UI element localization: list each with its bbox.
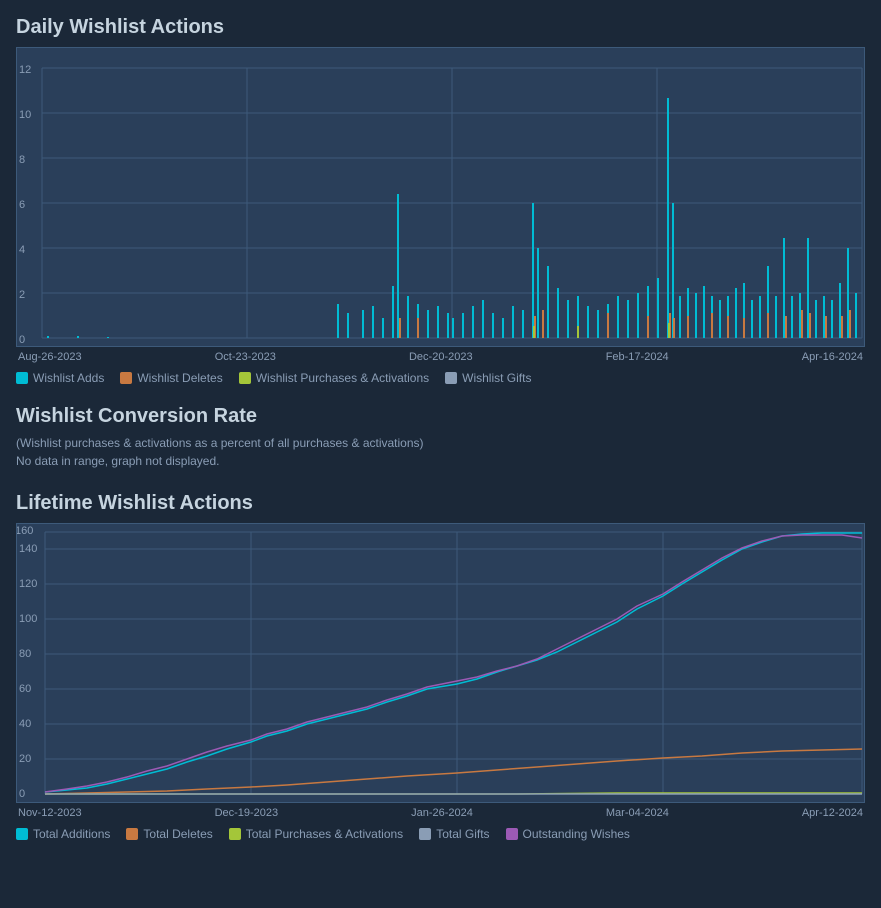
legend-item-total-adds: Total Additions — [16, 827, 110, 841]
legend-item-total-deletes: Total Deletes — [126, 827, 212, 841]
svg-text:2: 2 — [19, 289, 25, 301]
legend-label-adds: Wishlist Adds — [33, 371, 104, 385]
legend-label-total-deletes: Total Deletes — [143, 827, 212, 841]
legend-item-total-gifts: Total Gifts — [419, 827, 489, 841]
svg-text:12: 12 — [19, 64, 31, 76]
daily-chart-title: Daily Wishlist Actions — [16, 16, 865, 39]
legend-color-outstanding — [506, 828, 518, 840]
svg-text:120: 120 — [19, 578, 37, 590]
svg-text:0: 0 — [19, 788, 25, 800]
legend-item-total-purchases: Total Purchases & Activations — [229, 827, 403, 841]
x-label-4: Feb-17-2024 — [606, 351, 669, 363]
x-label-l5: Apr-12-2024 — [802, 807, 863, 819]
x-label-l4: Mar-04-2024 — [606, 807, 669, 819]
svg-text:60: 60 — [19, 683, 31, 695]
legend-label-total-purchases: Total Purchases & Activations — [246, 827, 403, 841]
legend-item-gifts: Wishlist Gifts — [445, 371, 531, 385]
legend-color-total-adds — [16, 828, 28, 840]
svg-text:0: 0 — [19, 334, 25, 346]
legend-color-total-gifts — [419, 828, 431, 840]
x-label-5: Apr-16-2024 — [802, 351, 863, 363]
svg-text:40: 40 — [19, 718, 31, 730]
legend-color-total-deletes — [126, 828, 138, 840]
legend-label-outstanding: Outstanding Wishes — [523, 827, 630, 841]
x-label-l1: Nov-12-2023 — [18, 807, 82, 819]
daily-chart-legend: Wishlist Adds Wishlist Deletes Wishlist … — [16, 371, 865, 385]
lifetime-chart-legend: Total Additions Total Deletes Total Purc… — [16, 827, 865, 841]
lifetime-chart-section: Lifetime Wishlist Actions 0 20 40 60 80 … — [16, 492, 865, 841]
svg-text:4: 4 — [19, 244, 25, 256]
legend-color-adds — [16, 372, 28, 384]
legend-item-outstanding: Outstanding Wishes — [506, 827, 630, 841]
conversion-title: Wishlist Conversion Rate — [16, 405, 865, 428]
svg-text:8: 8 — [19, 154, 25, 166]
no-data-text: No data in range, graph not displayed. — [16, 454, 865, 468]
x-label-1: Aug-26-2023 — [18, 351, 82, 363]
x-label-2: Oct-23-2023 — [215, 351, 276, 363]
legend-label-total-gifts: Total Gifts — [436, 827, 489, 841]
conversion-subtitle: (Wishlist purchases & activations as a p… — [16, 436, 865, 450]
legend-item-deletes: Wishlist Deletes — [120, 371, 222, 385]
svg-text:80: 80 — [19, 648, 31, 660]
legend-color-purchases — [239, 372, 251, 384]
lifetime-chart-area: 0 20 40 60 80 100 120 140 160 — [16, 523, 865, 803]
daily-chart-section: Daily Wishlist Actions 0 2 4 6 8 10 12 — [16, 16, 865, 385]
legend-item-adds: Wishlist Adds — [16, 371, 104, 385]
lifetime-chart-x-labels: Nov-12-2023 Dec-19-2023 Jan-26-2024 Mar-… — [16, 807, 865, 819]
svg-text:140: 140 — [19, 543, 37, 555]
legend-color-total-purchases — [229, 828, 241, 840]
svg-text:10: 10 — [19, 109, 31, 121]
x-label-l2: Dec-19-2023 — [215, 807, 279, 819]
legend-color-deletes — [120, 372, 132, 384]
svg-text:6: 6 — [19, 199, 25, 211]
lifetime-chart-title: Lifetime Wishlist Actions — [16, 492, 865, 515]
daily-chart-area: 0 2 4 6 8 10 12 — [16, 47, 865, 347]
svg-text:160: 160 — [17, 525, 33, 537]
x-label-3: Dec-20-2023 — [409, 351, 473, 363]
legend-label-total-adds: Total Additions — [33, 827, 110, 841]
legend-color-gifts — [445, 372, 457, 384]
svg-text:20: 20 — [19, 753, 31, 765]
legend-label-gifts: Wishlist Gifts — [462, 371, 531, 385]
legend-label-purchases: Wishlist Purchases & Activations — [256, 371, 429, 385]
daily-chart-x-labels: Aug-26-2023 Oct-23-2023 Dec-20-2023 Feb-… — [16, 351, 865, 363]
legend-item-purchases: Wishlist Purchases & Activations — [239, 371, 429, 385]
svg-text:100: 100 — [19, 613, 37, 625]
x-label-l3: Jan-26-2024 — [411, 807, 473, 819]
legend-label-deletes: Wishlist Deletes — [137, 371, 222, 385]
conversion-section: Wishlist Conversion Rate (Wishlist purch… — [16, 405, 865, 468]
